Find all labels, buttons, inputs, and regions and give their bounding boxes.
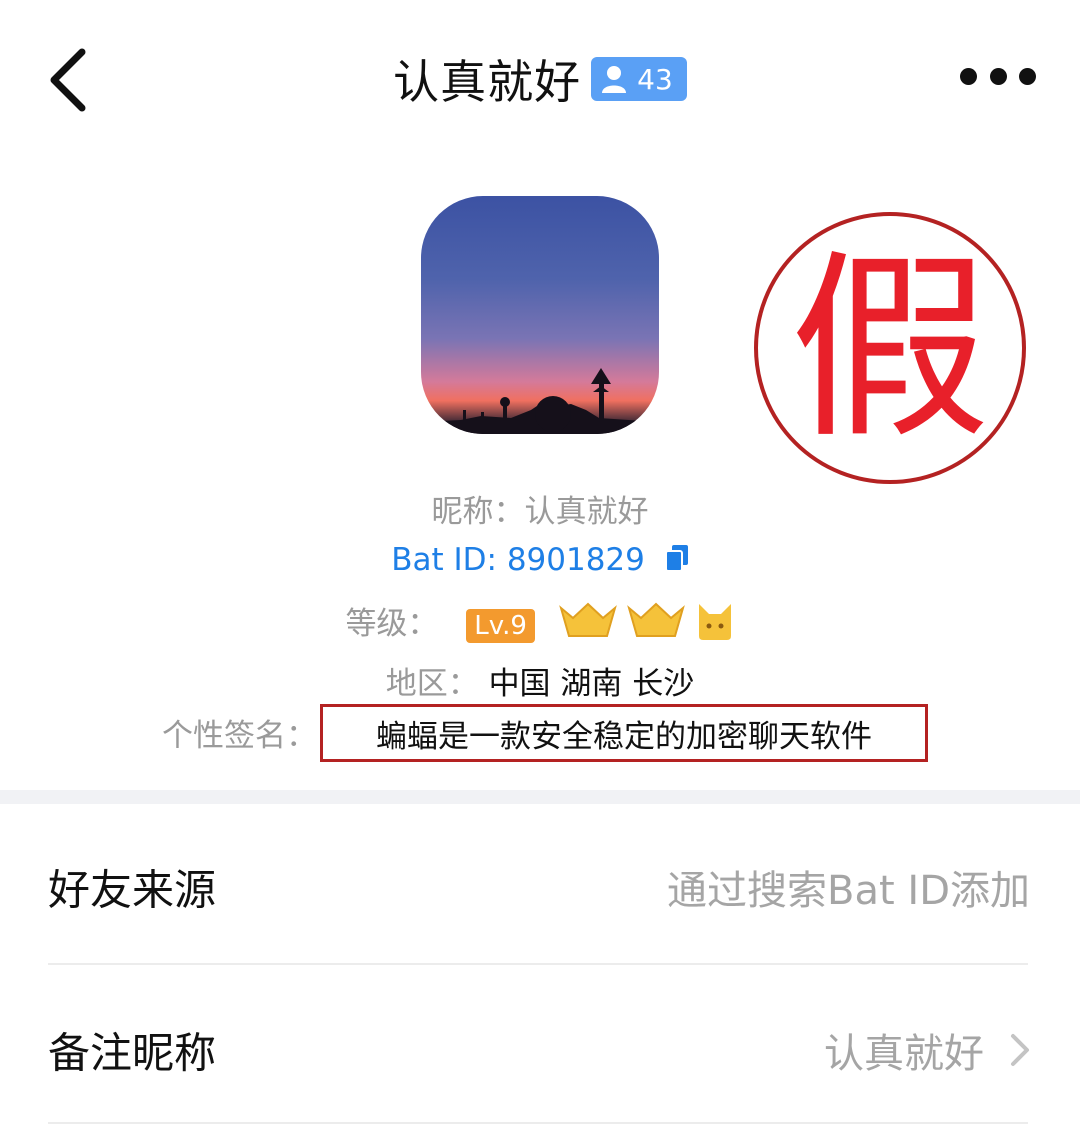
member-count-badge[interactable]: 43: [591, 57, 687, 101]
section-separator: [0, 790, 1080, 804]
copy-icon: [664, 544, 688, 572]
bat-id-text: Bat ID: 8901829: [391, 542, 645, 578]
level-label: 等级：: [345, 606, 439, 642]
copy-id-button[interactable]: [664, 544, 689, 580]
signature-value: 蝙蝠是一款安全稳定的加密聊天软件: [376, 718, 872, 755]
level-crowns: [558, 602, 735, 650]
more-dot-icon: [1019, 67, 1036, 85]
region-label: 地区：: [385, 666, 479, 702]
title-group: 认真就好 43: [0, 44, 1080, 114]
avatar-silhouette: [421, 368, 659, 434]
crown-icon: [558, 602, 617, 637]
row-remark-nickname[interactable]: 备注昵称 认真就好: [48, 975, 1030, 1125]
fake-stamp: 假: [752, 208, 1028, 488]
page-title: 认真就好: [393, 55, 582, 109]
remark-nickname-value-group: 认真就好: [824, 1021, 1030, 1079]
chevron-right-icon: [1011, 1034, 1029, 1066]
region-value: 中国 湖南 长沙: [488, 666, 695, 702]
signature-highlight-box: 蝙蝠是一款安全稳定的加密聊天软件: [320, 704, 928, 762]
more-dot-icon: [960, 67, 977, 85]
remark-nickname-label: 备注昵称: [48, 1028, 217, 1078]
user-icon: [602, 66, 627, 93]
level-line: 等级： Lv.9: [0, 598, 1080, 650]
cat-icon: [698, 603, 731, 640]
nickname-line: 昵称：认真就好: [431, 494, 649, 530]
row-divider: [48, 963, 1028, 965]
avatar[interactable]: [421, 196, 659, 434]
remark-nickname-value: 认真就好: [824, 1031, 984, 1077]
top-bar: 认真就好 43: [0, 0, 1080, 150]
stamp-text: 假: [790, 233, 990, 466]
friend-source-label: 好友来源: [48, 865, 217, 915]
more-options-button[interactable]: [960, 62, 1036, 90]
more-dot-icon: [989, 67, 1007, 85]
region-line: 地区： 中国 湖南 长沙: [0, 658, 1080, 703]
level-badge: Lv.9: [466, 608, 535, 643]
row-friend-source: 好友来源 通过搜索Bat ID添加: [48, 812, 1030, 962]
bat-id-line: Bat ID: 8901829: [0, 542, 1080, 580]
signature-label: 个性签名：: [162, 718, 317, 754]
crown-icon: [626, 602, 685, 637]
member-count: 43: [637, 62, 673, 96]
row-divider: [48, 1122, 1028, 1124]
friend-source-value: 通过搜索Bat ID添加: [667, 868, 1030, 914]
